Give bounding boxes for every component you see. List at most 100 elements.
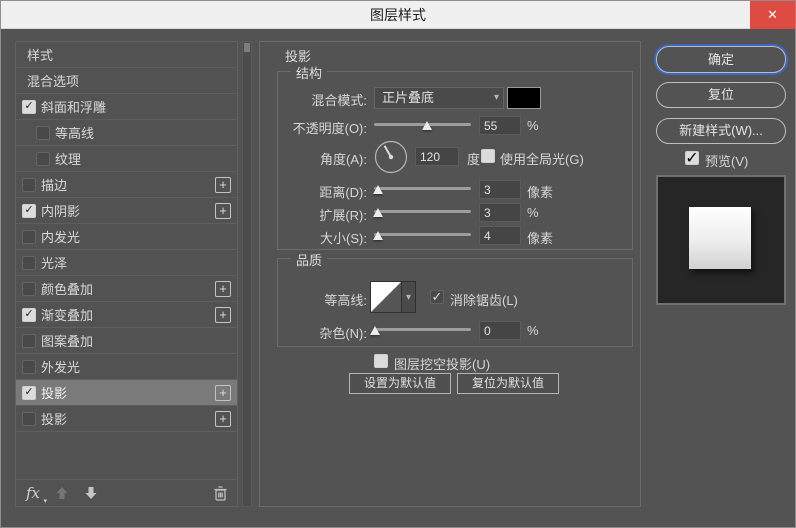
effects-sidebar: 样式混合选项 ✓ 斜面和浮雕等高线纹理描边 + ✓ 内阴影 + 内发光 光泽 颜色叠加 + ✓ 渐变叠加… [15, 41, 238, 507]
reset-default-button[interactable]: 复位为默认值 [457, 373, 559, 394]
add-effect-button[interactable]: + [215, 176, 231, 193]
sidebar-item-label: 渐变叠加 [41, 308, 94, 323]
layer-style-dialog: 图层样式 ✕ 样式混合选项 ✓ 斜面和浮雕等高线纹理描边 + ✓ 内阴影 + 内发光 光泽 颜色叠… [0, 0, 796, 528]
sidebar-item-描边[interactable]: 描边 + [16, 172, 237, 198]
sidebar-item-label: 内阴影 [41, 204, 81, 219]
sidebar-scrollbar[interactable] [242, 41, 252, 507]
sidebar-item-等高线[interactable]: 等高线 [16, 120, 237, 146]
add-effect-button[interactable]: + [215, 384, 231, 401]
effect-checkbox[interactable] [36, 125, 50, 140]
effect-checkbox[interactable]: ✓ [22, 385, 36, 400]
angle-dial[interactable] [374, 140, 408, 174]
effect-checkbox[interactable] [22, 281, 36, 296]
preview-checkbox[interactable]: ✓ [685, 150, 699, 167]
sidebar-item-样式[interactable]: 样式 [16, 42, 237, 68]
sidebar-item-label: 等高线 [55, 126, 95, 141]
layer-knockout-checkbox[interactable]: ✓ [374, 353, 388, 368]
check-icon: ✓ [24, 308, 34, 320]
effect-checkbox[interactable] [22, 255, 36, 270]
opacity-slider[interactable] [374, 118, 471, 132]
contour-label: 等高线: [324, 293, 367, 308]
check-icon: ✓ [375, 353, 387, 368]
sidebar-item-投影[interactable]: ✓ 投影 + [16, 380, 237, 406]
sidebar-item-纹理[interactable]: 纹理 [16, 146, 237, 172]
sidebar-item-外发光[interactable]: 外发光 [16, 354, 237, 380]
sidebar-item-渐变叠加[interactable]: ✓ 渐变叠加 + [16, 302, 237, 328]
slider-thumb[interactable] [369, 326, 380, 335]
sidebar-item-内阴影[interactable]: ✓ 内阴影 + [16, 198, 237, 224]
noise-slider[interactable] [369, 323, 471, 337]
new-style-button[interactable]: 新建样式(W)... [656, 118, 786, 144]
spread-label: 扩展(R): [319, 208, 367, 223]
sidebar-item-斜面和浮雕[interactable]: ✓ 斜面和浮雕 [16, 94, 237, 120]
cancel-button[interactable]: 复位 [656, 82, 786, 108]
opacity-input[interactable] [479, 116, 521, 135]
sidebar-item-图案叠加[interactable]: 图案叠加 [16, 328, 237, 354]
preview-shape [689, 207, 751, 269]
sidebar-item-内发光[interactable]: 内发光 [16, 224, 237, 250]
check-icon: ✓ [24, 386, 34, 398]
add-effect-button[interactable]: + [215, 280, 231, 297]
check-icon: ✓ [24, 100, 34, 112]
effect-checkbox[interactable] [22, 411, 36, 426]
use-global-light-checkbox[interactable]: ✓ [481, 148, 495, 163]
sidebar-item-光泽[interactable]: 光泽 [16, 250, 237, 276]
blend-mode-select[interactable]: 正片叠底 ▾ [374, 87, 504, 109]
ok-button[interactable]: 确定 [656, 46, 786, 73]
slider-thumb[interactable] [422, 121, 433, 130]
effect-checkbox[interactable] [22, 359, 36, 374]
effect-checkbox[interactable]: ✓ [22, 307, 36, 322]
move-up-icon[interactable] [55, 486, 69, 500]
spread-slider[interactable] [372, 205, 471, 219]
slider-track [374, 328, 471, 331]
size-slider[interactable] [372, 228, 471, 242]
effect-checkbox[interactable] [36, 151, 50, 166]
make-default-button[interactable]: 设置为默认值 [349, 373, 451, 394]
slider-track [374, 233, 471, 236]
sidebar-item-label: 描边 [41, 178, 68, 193]
size-label: 大小(S): [320, 231, 367, 246]
sidebar-item-label: 混合选项 [27, 74, 80, 89]
add-effect-button[interactable]: + [215, 202, 231, 219]
add-effect-button[interactable]: + [215, 410, 231, 427]
blend-mode-label: 混合模式: [311, 93, 367, 108]
sidebar-item-投影[interactable]: 投影 + [16, 406, 237, 432]
move-down-icon[interactable] [84, 486, 98, 500]
spread-input[interactable] [479, 203, 521, 222]
distance-slider[interactable] [372, 182, 471, 196]
noise-input[interactable] [479, 321, 521, 340]
distance-input[interactable] [479, 180, 521, 199]
scrollbar-thumb[interactable] [244, 43, 250, 52]
sidebar-list: 样式混合选项 ✓ 斜面和浮雕等高线纹理描边 + ✓ 内阴影 + 内发光 光泽 颜色叠加 + ✓ 渐变叠加… [16, 42, 237, 432]
contour-dropdown-button[interactable]: ▾ [402, 281, 416, 313]
effect-checkbox[interactable] [22, 177, 36, 192]
add-effect-button[interactable]: + [215, 306, 231, 323]
effect-checkbox[interactable]: ✓ [22, 203, 36, 218]
chevron-down-icon: ▾ [405, 292, 412, 303]
distance-unit: 像素 [527, 185, 554, 200]
sidebar-item-混合选项[interactable]: 混合选项 [16, 68, 237, 94]
delete-effect-icon[interactable] [214, 485, 227, 501]
anti-alias-checkbox[interactable]: ✓ [430, 289, 444, 304]
opacity-label: 不透明度(O): [292, 121, 367, 136]
slider-thumb[interactable] [372, 208, 383, 217]
shadow-color-swatch[interactable] [507, 87, 541, 109]
size-unit: 像素 [527, 231, 554, 246]
noise-unit: % [527, 323, 539, 338]
titlebar[interactable]: 图层样式 ✕ [1, 1, 795, 29]
opacity-unit: % [527, 118, 539, 133]
slider-thumb[interactable] [372, 231, 383, 240]
sidebar-item-label: 投影 [41, 386, 68, 401]
effect-checkbox[interactable] [22, 229, 36, 244]
check-icon: ✓ [431, 289, 443, 304]
angle-input[interactable] [415, 147, 459, 166]
effect-checkbox[interactable]: ✓ [22, 99, 36, 114]
close-icon[interactable]: ✕ [750, 1, 795, 29]
fx-icon[interactable]: fx ▾ [26, 484, 47, 505]
size-input[interactable] [479, 226, 521, 245]
contour-picker[interactable] [370, 281, 402, 313]
blend-mode-value: 正片叠底 [382, 90, 435, 105]
slider-thumb[interactable] [372, 185, 383, 194]
effect-checkbox[interactable] [22, 333, 36, 348]
sidebar-item-颜色叠加[interactable]: 颜色叠加 + [16, 276, 237, 302]
